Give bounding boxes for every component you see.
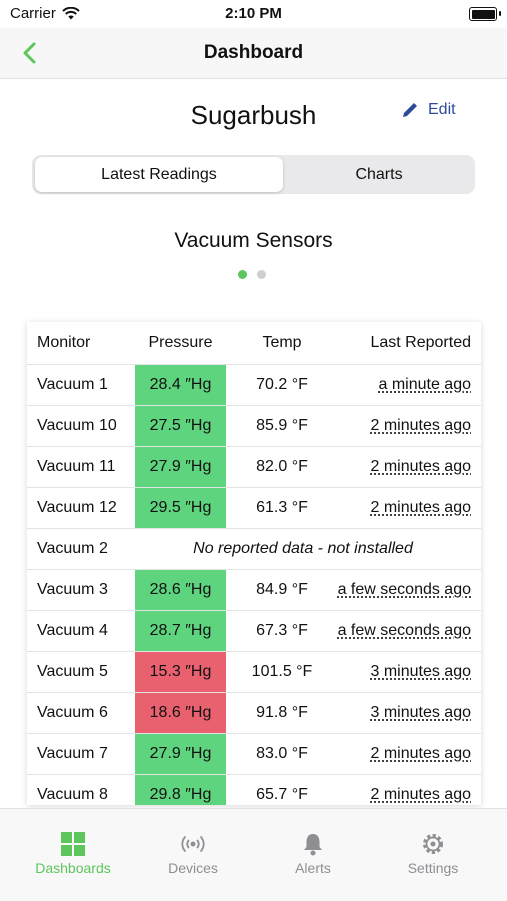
- table-row: Vacuum 12 29.5 ″Hg 61.3 °F 2 minutes ago: [27, 488, 481, 529]
- tab-label-alerts: Alerts: [295, 860, 331, 876]
- last-reported-cell: 2 minutes ago: [311, 447, 471, 487]
- pressure-value: 18.6 ″Hg: [135, 693, 226, 733]
- tab-devices[interactable]: Devices: [133, 809, 253, 879]
- segment-charts[interactable]: Charts: [285, 157, 473, 192]
- tab-settings[interactable]: Settings: [373, 809, 493, 879]
- last-reported-link[interactable]: a few seconds ago: [338, 581, 471, 599]
- section-title: Vacuum Sensors: [174, 229, 333, 252]
- pressure-value: 29.5 ″Hg: [135, 488, 226, 528]
- last-reported-link[interactable]: 3 minutes ago: [370, 663, 471, 681]
- last-reported-link[interactable]: a few seconds ago: [338, 622, 471, 640]
- monitor-name: Vacuum 12: [37, 499, 117, 516]
- last-reported-link[interactable]: 2 minutes ago: [370, 786, 471, 804]
- header-pressure: Pressure: [148, 334, 213, 351]
- page-indicator[interactable]: [238, 270, 266, 279]
- bell-icon: [304, 834, 322, 856]
- grid-icon: [61, 832, 85, 856]
- header-last-reported: Last Reported: [370, 334, 471, 351]
- table-row: Vacuum 8 29.8 ″Hg 65.7 °F 2 minutes ago: [27, 775, 481, 805]
- last-reported-link[interactable]: 3 minutes ago: [370, 704, 471, 722]
- last-reported-cell: a few seconds ago: [311, 611, 471, 651]
- status-bar: Carrier 2:10 PM: [0, 0, 507, 28]
- nav-title: Dashboard: [203, 42, 304, 63]
- edit-label: Edit: [428, 101, 456, 118]
- pencil-icon: [403, 103, 417, 117]
- navigation-bar: Dashboard: [0, 28, 507, 79]
- last-reported-cell: 3 minutes ago: [311, 693, 471, 733]
- table-row: Vacuum 1 28.4 ″Hg 70.2 °F a minute ago: [27, 365, 481, 406]
- table-row: Vacuum 5 15.3 ″Hg 101.5 °F 3 minutes ago: [27, 652, 481, 693]
- segmented-control: Latest Readings Charts: [32, 155, 475, 194]
- last-reported-cell: 2 minutes ago: [311, 406, 471, 446]
- header-monitor: Monitor: [37, 334, 91, 351]
- page-dot-2[interactable]: [257, 270, 266, 279]
- last-reported-cell: a minute ago: [311, 365, 471, 405]
- table-row: Vacuum 7 27.9 ″Hg 83.0 °F 2 minutes ago: [27, 734, 481, 775]
- monitor-name: Vacuum 6: [37, 704, 108, 721]
- pressure-value: 27.5 ″Hg: [135, 406, 226, 446]
- pressure-value: 27.9 ″Hg: [135, 734, 226, 774]
- last-reported-link[interactable]: 2 minutes ago: [370, 745, 471, 763]
- table-row: Vacuum 2 No reported data - not installed: [27, 529, 481, 570]
- table-row: Vacuum 3 28.6 ″Hg 84.9 °F a few seconds ago: [27, 570, 481, 611]
- monitor-name: Vacuum 7: [37, 745, 108, 762]
- tab-label-settings: Settings: [407, 860, 459, 876]
- pressure-value: 15.3 ″Hg: [135, 652, 226, 692]
- monitor-name: Vacuum 2: [37, 540, 108, 557]
- table-row: Vacuum 10 27.5 ″Hg 85.9 °F 2 minutes ago: [27, 406, 481, 447]
- page-dot-1[interactable]: [238, 270, 247, 279]
- last-reported-cell: a few seconds ago: [311, 570, 471, 610]
- edit-button[interactable]: Edit: [400, 100, 456, 120]
- segment-latest-readings[interactable]: Latest Readings: [35, 157, 283, 192]
- monitor-name: Vacuum 10: [37, 417, 117, 434]
- table-header-row: Monitor Pressure Temp Last Reported: [27, 322, 481, 365]
- monitor-name: Vacuum 5: [37, 663, 108, 680]
- table-row: Vacuum 11 27.9 ″Hg 82.0 °F 2 minutes ago: [27, 447, 481, 488]
- last-reported-link[interactable]: 2 minutes ago: [370, 417, 471, 435]
- tab-alerts[interactable]: Alerts: [253, 809, 373, 879]
- last-reported-link[interactable]: 2 minutes ago: [370, 458, 471, 476]
- last-reported-cell: 2 minutes ago: [311, 488, 471, 528]
- gear-icon: [423, 834, 443, 854]
- monitor-name: Vacuum 8: [37, 786, 108, 803]
- table-row: Vacuum 6 18.6 ″Hg 91.8 °F 3 minutes ago: [27, 693, 481, 734]
- sensor-table: Monitor Pressure Temp Last Reported Vacu…: [27, 322, 481, 805]
- no-data-note: No reported data - not installed: [193, 540, 413, 557]
- pressure-value: 29.8 ″Hg: [135, 775, 226, 805]
- last-reported-cell: 2 minutes ago: [311, 775, 471, 805]
- last-reported-link[interactable]: 2 minutes ago: [370, 499, 471, 517]
- monitor-name: Vacuum 4: [37, 622, 108, 639]
- pressure-value: 28.7 ″Hg: [135, 611, 226, 651]
- monitor-name: Vacuum 11: [37, 458, 116, 475]
- battery-nub: [499, 11, 501, 16]
- tab-dashboards[interactable]: Dashboards: [13, 809, 133, 879]
- tab-bar: Dashboards Devices Alerts Settings: [0, 808, 507, 901]
- pressure-value: 28.6 ″Hg: [135, 570, 226, 610]
- table-body: Vacuum 1 28.4 ″Hg 70.2 °F a minute ago Vacuu…: [27, 365, 481, 805]
- tab-label-devices: Devices: [168, 860, 218, 876]
- battery-icon: [469, 7, 497, 21]
- tab-label-dashboards: Dashboards: [35, 860, 111, 876]
- table-row: Vacuum 4 28.7 ″Hg 67.3 °F a few seconds ago: [27, 611, 481, 652]
- pressure-value: 28.4 ″Hg: [135, 365, 226, 405]
- status-time: 2:10 PM: [225, 5, 282, 22]
- last-reported-cell: 3 minutes ago: [311, 652, 471, 692]
- last-reported-link[interactable]: a minute ago: [378, 376, 471, 394]
- monitor-name: Vacuum 1: [37, 376, 108, 393]
- last-reported-cell: 2 minutes ago: [311, 734, 471, 774]
- monitor-name: Vacuum 3: [37, 581, 108, 598]
- broadcast-icon: [181, 835, 205, 853]
- pressure-value: 27.9 ″Hg: [135, 447, 226, 487]
